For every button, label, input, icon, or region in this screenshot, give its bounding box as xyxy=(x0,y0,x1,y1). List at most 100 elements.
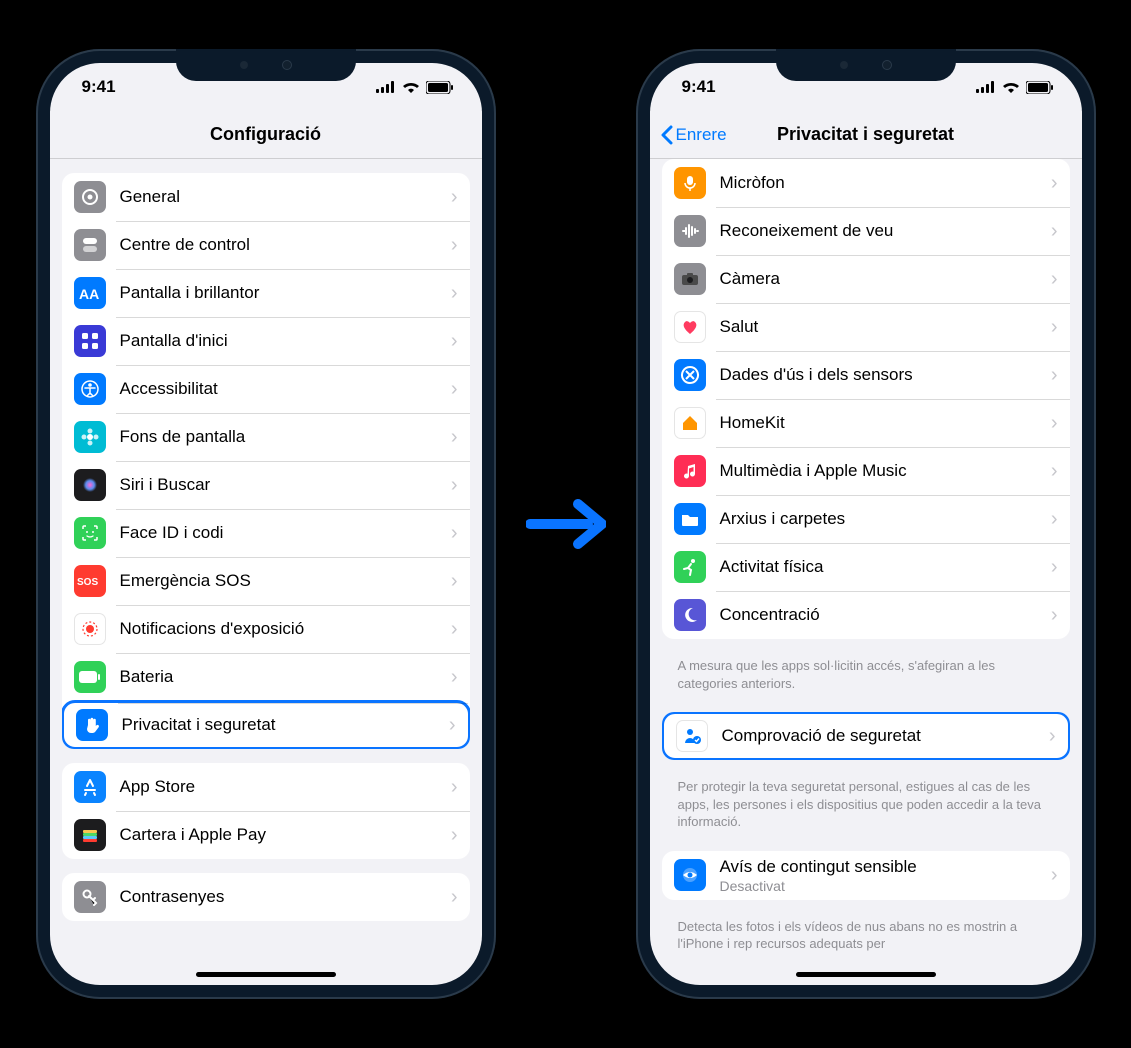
status-icons xyxy=(376,81,454,94)
row-health[interactable]: Salut› xyxy=(662,303,1070,351)
row-siri[interactable]: Siri i Buscar › xyxy=(62,461,470,509)
row-label: Accessibilitat xyxy=(120,379,437,399)
accessibility-icon xyxy=(74,373,106,405)
status-icons xyxy=(976,81,1054,94)
chevron-right-icon: › xyxy=(451,330,458,353)
row-label: Multimèdia i Apple Music xyxy=(720,461,1037,481)
screen: 9:41 Enrere Privacitat i seguretat Micrò… xyxy=(650,63,1082,985)
row-sos[interactable]: SOSEmergència SOS› xyxy=(62,557,470,605)
row-wallet[interactable]: Cartera i Apple Pay› xyxy=(62,811,470,859)
battery-icon xyxy=(1026,81,1054,94)
moon-icon xyxy=(674,599,706,631)
page-title: Privacitat i seguretat xyxy=(777,124,954,145)
row-display[interactable]: AAPantalla i brillantor› xyxy=(62,269,470,317)
row-label: Siri i Buscar xyxy=(120,475,437,495)
person-check-icon xyxy=(676,720,708,752)
cellular-icon xyxy=(376,81,396,93)
home-indicator[interactable] xyxy=(796,972,936,977)
eye-icon xyxy=(674,859,706,891)
privacy-group-1: Micròfon›Reconeixement de veu›Càmera›Sal… xyxy=(662,159,1070,639)
mic-icon xyxy=(674,167,706,199)
svg-text:AA: AA xyxy=(79,286,99,302)
content[interactable]: Micròfon›Reconeixement de veu›Càmera›Sal… xyxy=(650,159,1082,985)
chevron-right-icon: › xyxy=(451,378,458,401)
chevron-right-icon: › xyxy=(451,824,458,847)
chevron-right-icon: › xyxy=(451,886,458,909)
battery-icon xyxy=(74,661,106,693)
page-title: Configuració xyxy=(210,124,321,145)
row-label: Notificacions d'exposició xyxy=(120,619,437,639)
faceid-icon xyxy=(74,517,106,549)
row-speech[interactable]: Reconeixement de veu› xyxy=(662,207,1070,255)
row-research[interactable]: Dades d'ús i dels sensors › xyxy=(662,351,1070,399)
row-control-center[interactable]: Centre de control› xyxy=(62,221,470,269)
home-icon xyxy=(674,407,706,439)
chevron-right-icon: › xyxy=(451,186,458,209)
row-focus[interactable]: Concentració› xyxy=(662,591,1070,639)
row-label: Dades d'ús i dels sensors xyxy=(720,365,1037,385)
chevron-right-icon: › xyxy=(451,570,458,593)
row-sensitive[interactable]: Avís de contingut sensibleDesactivat› xyxy=(662,851,1070,900)
music-icon xyxy=(674,455,706,487)
row-general[interactable]: General › xyxy=(62,173,470,221)
row-exposure[interactable]: Notificacions d'exposició › xyxy=(62,605,470,653)
chevron-right-icon: › xyxy=(451,618,458,641)
back-label: Enrere xyxy=(676,125,727,145)
screen: 9:41 Configuració General›Centre de cont… xyxy=(50,63,482,985)
key-icon xyxy=(74,881,106,913)
row-label: Activitat física xyxy=(720,557,1037,577)
chevron-right-icon: › xyxy=(1051,220,1058,243)
row-label: General xyxy=(120,187,437,207)
content[interactable]: General›Centre de control›AAPantalla i b… xyxy=(50,159,482,985)
chevron-right-icon: › xyxy=(1051,412,1058,435)
chevron-right-icon: › xyxy=(1051,172,1058,195)
row-motion[interactable]: Activitat física › xyxy=(662,543,1070,591)
back-button[interactable]: Enrere xyxy=(660,125,727,145)
chevron-right-icon: › xyxy=(1051,556,1058,579)
row-camera[interactable]: Càmera› xyxy=(662,255,1070,303)
wallet-icon xyxy=(74,819,106,851)
row-label: Concentració xyxy=(720,605,1037,625)
row-safety-check[interactable]: Comprovació de seguretat› xyxy=(662,712,1070,760)
status-time: 9:41 xyxy=(682,77,716,97)
wifi-icon xyxy=(1002,81,1020,93)
privacy-group-2: Comprovació de seguretat› xyxy=(662,712,1070,760)
row-accessibility[interactable]: Accessibilitat › xyxy=(62,365,470,413)
row-label: Avís de contingut sensible xyxy=(720,857,1037,877)
row-faceid[interactable]: Face ID i codi› xyxy=(62,509,470,557)
row-media[interactable]: Multimèdia i Apple Music › xyxy=(662,447,1070,495)
arrow-right-icon xyxy=(526,494,606,554)
row-home-screen[interactable]: Pantalla d'inici › xyxy=(62,317,470,365)
row-label: Fons de pantalla xyxy=(120,427,437,447)
research-icon xyxy=(674,359,706,391)
row-files[interactable]: Arxius i carpetes› xyxy=(662,495,1070,543)
row-battery[interactable]: Bateria› xyxy=(62,653,470,701)
chevron-right-icon: › xyxy=(451,474,458,497)
wave-icon xyxy=(674,215,706,247)
row-label: Centre de control xyxy=(120,235,437,255)
notch xyxy=(176,49,356,81)
footer-text-2: Per protegir la teva seguretat personal,… xyxy=(662,774,1070,837)
row-label: App Store xyxy=(120,777,437,797)
row-label: Pantalla d'inici xyxy=(120,331,437,351)
row-appstore[interactable]: App Store› xyxy=(62,763,470,811)
hand-icon xyxy=(76,709,108,741)
row-label: HomeKit xyxy=(720,413,1037,433)
row-microphone[interactable]: Micròfon› xyxy=(662,159,1070,207)
row-homekit[interactable]: HomeKit › xyxy=(662,399,1070,447)
home-indicator[interactable] xyxy=(196,972,336,977)
row-privacy[interactable]: Privacitat i seguretat› xyxy=(62,700,470,749)
exposure-icon xyxy=(74,613,106,645)
row-label: Privacitat i seguretat xyxy=(122,715,435,735)
chevron-right-icon: › xyxy=(451,282,458,305)
nav-bar: Enrere Privacitat i seguretat xyxy=(650,111,1082,159)
chevron-right-icon: › xyxy=(451,666,458,689)
footer-text-3: Detecta les fotos i els vídeos de nus ab… xyxy=(662,914,1070,959)
row-wallpaper[interactable]: Fons de pantalla› xyxy=(62,413,470,461)
flow-arrow xyxy=(526,494,606,554)
chevron-right-icon: › xyxy=(1051,364,1058,387)
row-passwords[interactable]: Contrasenyes› xyxy=(62,873,470,921)
grid-icon xyxy=(74,325,106,357)
svg-text:SOS: SOS xyxy=(77,577,98,588)
chevron-right-icon: › xyxy=(1051,460,1058,483)
